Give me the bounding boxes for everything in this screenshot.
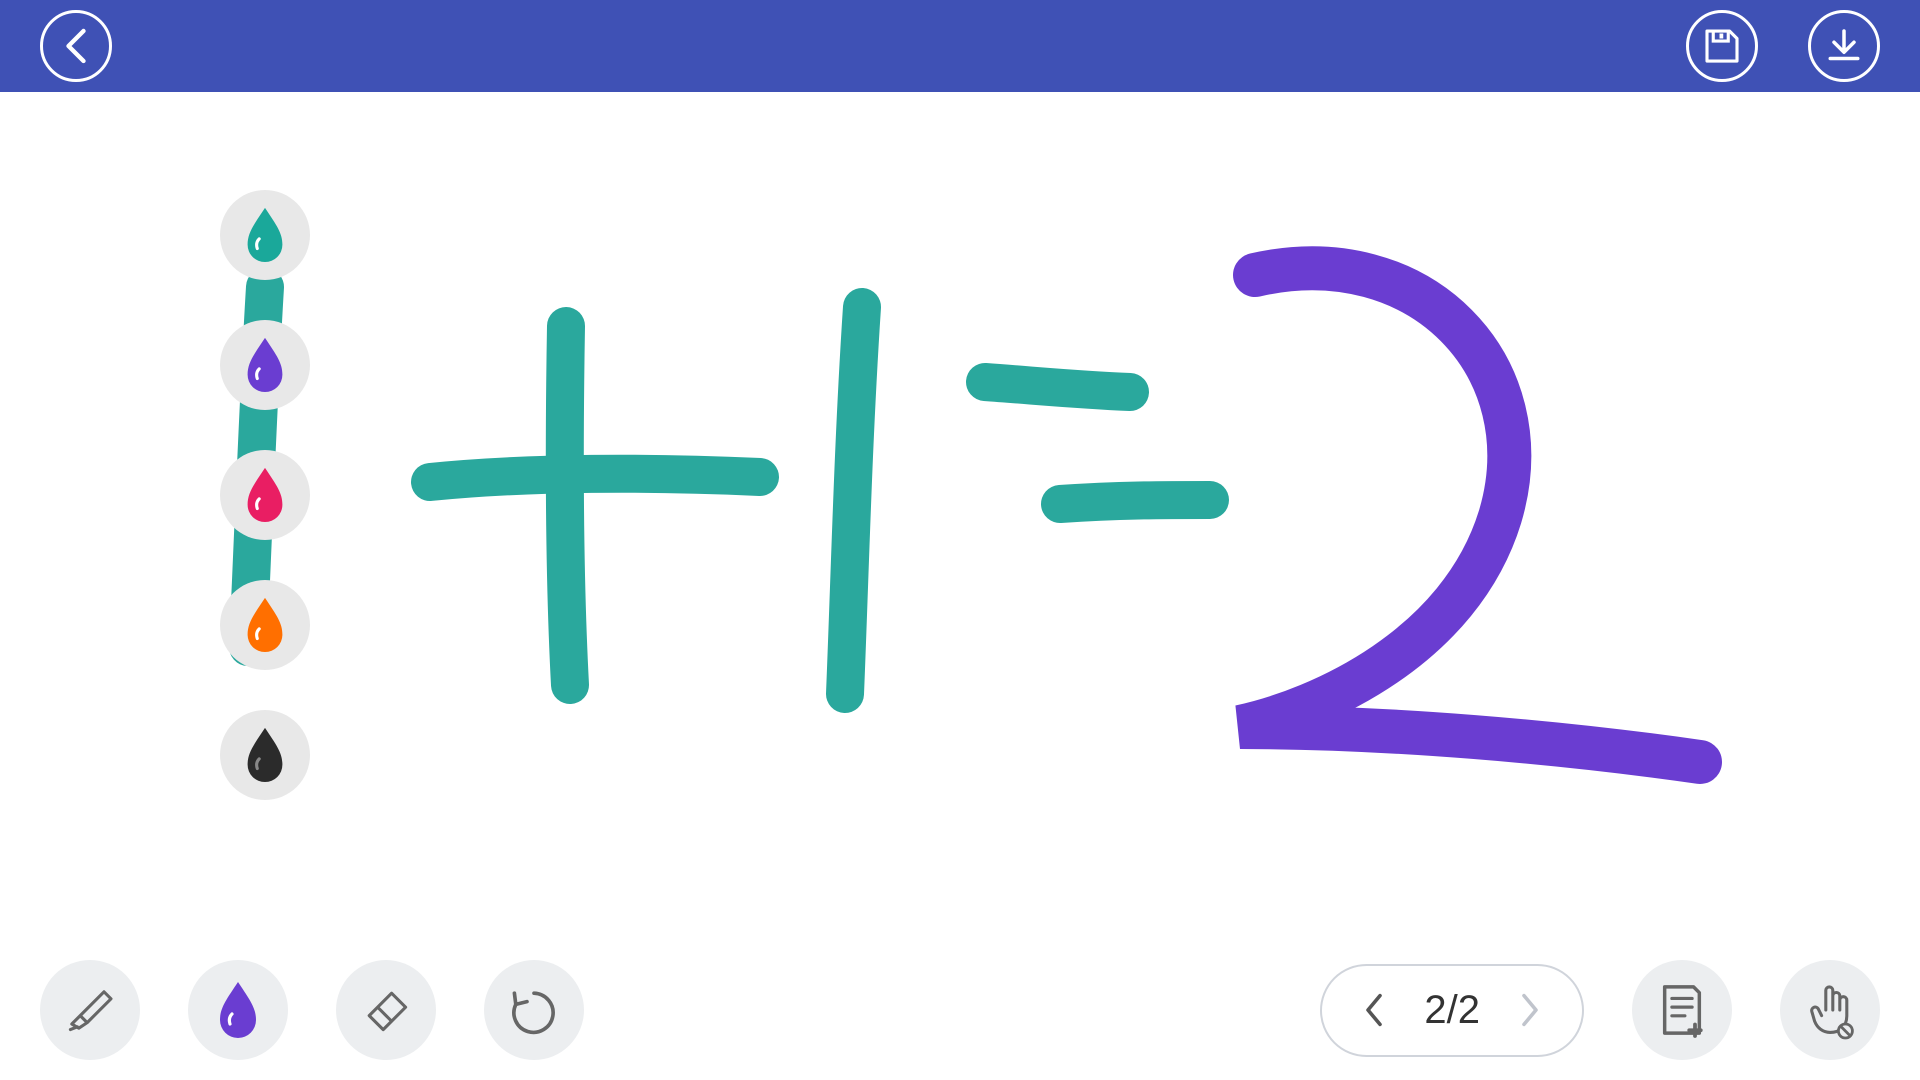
drop-icon <box>241 726 289 784</box>
page-label: 2/2 <box>1424 988 1480 1033</box>
next-page-button[interactable] <box>1518 992 1542 1028</box>
chevron-left-icon <box>61 26 91 66</box>
eraser-icon <box>358 982 414 1038</box>
drop-icon <box>241 336 289 394</box>
back-button[interactable] <box>40 10 112 82</box>
undo-tool[interactable] <box>484 960 584 1060</box>
chevron-right-icon <box>1518 992 1542 1028</box>
download-icon <box>1824 26 1864 66</box>
highlighter-icon <box>62 982 118 1038</box>
download-button[interactable] <box>1808 10 1880 82</box>
highlighter-tool[interactable] <box>40 960 140 1060</box>
ink-tool[interactable] <box>188 960 288 1060</box>
color-palette <box>220 190 310 800</box>
gesture-toggle-button[interactable] <box>1780 960 1880 1060</box>
prev-page-button[interactable] <box>1362 992 1386 1028</box>
add-page-icon <box>1656 981 1708 1039</box>
page-indicator: 2/2 <box>1320 964 1584 1057</box>
drop-icon <box>241 206 289 264</box>
drop-icon <box>241 466 289 524</box>
drop-icon <box>213 980 263 1040</box>
color-swatch-orange[interactable] <box>220 580 310 670</box>
save-button[interactable] <box>1686 10 1758 82</box>
color-swatch-black[interactable] <box>220 710 310 800</box>
color-swatch-purple[interactable] <box>220 320 310 410</box>
undo-icon <box>506 982 562 1038</box>
drop-icon <box>241 596 289 654</box>
save-icon <box>1702 26 1742 66</box>
gesture-off-icon <box>1802 979 1858 1041</box>
bottom-toolbar: 2/2 <box>0 960 1920 1060</box>
header-bar <box>0 0 1920 92</box>
color-swatch-teal[interactable] <box>220 190 310 280</box>
color-swatch-pink[interactable] <box>220 450 310 540</box>
add-page-button[interactable] <box>1632 960 1732 1060</box>
chevron-left-icon <box>1362 992 1386 1028</box>
eraser-tool[interactable] <box>336 960 436 1060</box>
